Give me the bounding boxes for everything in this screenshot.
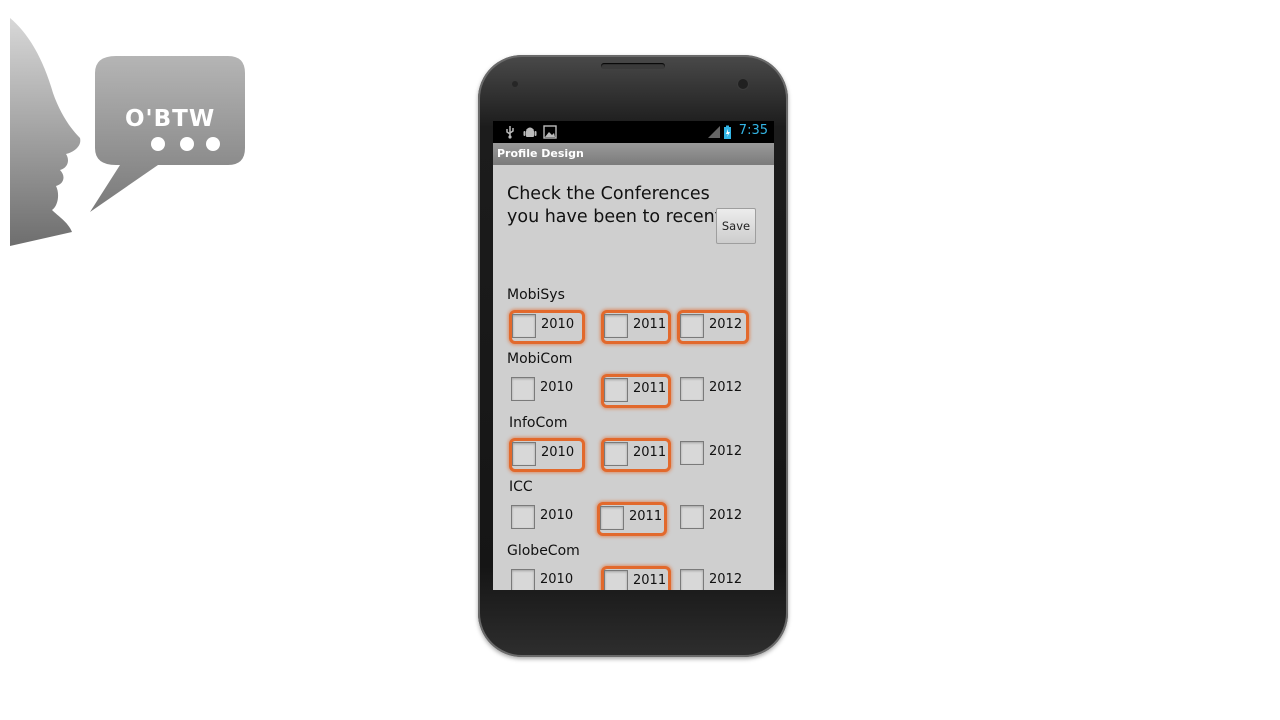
conference-label-mobisys: MobiSys [507, 287, 565, 303]
checkbox-year-label: 2010 [540, 508, 574, 523]
checkbox-year-label: 2011 [633, 445, 667, 460]
save-button[interactable]: Save [716, 208, 756, 244]
app-title-bar: Profile Design [493, 143, 774, 165]
speaking-head-logo-icon [10, 18, 245, 246]
checkbox-year-label: 2012 [709, 380, 743, 395]
checkbox-box[interactable] [511, 569, 535, 590]
checkbox-icc-2010[interactable]: 2010 [511, 505, 581, 533]
conference-label-mobicom: MobiCom [507, 351, 573, 367]
checkbox-globecom-2011[interactable]: 2011 [601, 566, 671, 590]
front-camera [738, 79, 748, 89]
checkbox-globecom-2012[interactable]: 2012 [680, 569, 746, 590]
phone-frame: 7:35 Profile Design Check the Conference… [478, 55, 788, 657]
app-title: Profile Design [497, 147, 584, 160]
usb-icon [506, 126, 514, 139]
checkbox-icc-2011[interactable]: 2011 [597, 502, 667, 536]
conference-label-globecom: GlobeCom [507, 543, 580, 559]
checkbox-box[interactable] [512, 442, 536, 466]
obtw-logo: O'BTW [8, 18, 248, 248]
android-debug-icon [523, 127, 537, 137]
checkbox-box[interactable] [604, 378, 628, 402]
image-icon [543, 125, 557, 139]
checkbox-year-label: 2010 [541, 317, 575, 332]
status-clock: 7:35 [738, 123, 768, 138]
phone-screen: 7:35 Profile Design Check the Conference… [493, 121, 774, 590]
checkbox-mobicom-2011[interactable]: 2011 [601, 374, 671, 408]
page-heading: Check the Conferences you have been to r… [507, 184, 737, 227]
checkbox-year-label: 2012 [709, 572, 743, 587]
conference-label-infocom: InfoCom [509, 415, 568, 431]
checkbox-box[interactable] [680, 377, 704, 401]
checkbox-globecom-2010[interactable]: 2010 [511, 569, 581, 590]
checkbox-mobisys-2010[interactable]: 2010 [509, 310, 585, 344]
checkbox-infocom-2012[interactable]: 2012 [680, 441, 746, 469]
checkbox-box[interactable] [511, 505, 535, 529]
checkbox-mobisys-2011[interactable]: 2011 [601, 310, 671, 344]
checkbox-year-label: 2010 [540, 380, 574, 395]
checkbox-year-label: 2012 [709, 444, 743, 459]
checkbox-box[interactable] [604, 442, 628, 466]
checkbox-infocom-2011[interactable]: 2011 [601, 438, 671, 472]
checkbox-year-label: 2010 [541, 445, 575, 460]
phone-speaker [601, 63, 665, 69]
checkbox-icc-2012[interactable]: 2012 [680, 505, 746, 533]
signal-icon [708, 126, 720, 138]
checkbox-box[interactable] [600, 506, 624, 530]
checkbox-year-label: 2012 [709, 508, 743, 523]
checkbox-box[interactable] [680, 569, 704, 590]
checkbox-box[interactable] [680, 505, 704, 529]
phone-sensor [512, 81, 518, 87]
conference-label-icc: ICC [509, 479, 533, 495]
checkbox-box[interactable] [512, 314, 536, 338]
checkbox-year-label: 2011 [633, 317, 667, 332]
checkbox-mobicom-2010[interactable]: 2010 [511, 377, 581, 405]
checkbox-box[interactable] [680, 441, 704, 465]
checkbox-year-label: 2012 [709, 317, 743, 332]
checkbox-box[interactable] [604, 314, 628, 338]
checkbox-year-label: 2011 [633, 573, 667, 588]
checkbox-mobicom-2012[interactable]: 2012 [680, 377, 746, 405]
checkbox-row-globecom: 2010 2011 2012 [493, 566, 774, 590]
battery-charging-icon [724, 125, 731, 139]
checkbox-row-icc: 2010 2011 2012 [493, 502, 774, 536]
checkbox-year-label: 2011 [633, 381, 667, 396]
checkbox-box[interactable] [604, 570, 628, 590]
checkbox-year-label: 2010 [540, 572, 574, 587]
checkbox-row-infocom: 2010 2011 2012 [493, 438, 774, 472]
checkbox-box[interactable] [511, 377, 535, 401]
checkbox-infocom-2010[interactable]: 2010 [509, 438, 585, 472]
checkbox-mobisys-2012[interactable]: 2012 [677, 310, 749, 344]
status-bar: 7:35 [493, 121, 774, 143]
checkbox-row-mobisys: 2010 2011 2012 [493, 310, 774, 344]
checkbox-row-mobicom: 2010 2011 2012 [493, 374, 774, 408]
checkbox-year-label: 2011 [629, 509, 663, 524]
checkbox-box[interactable] [680, 314, 704, 338]
logo-text: O'BTW [125, 106, 216, 132]
